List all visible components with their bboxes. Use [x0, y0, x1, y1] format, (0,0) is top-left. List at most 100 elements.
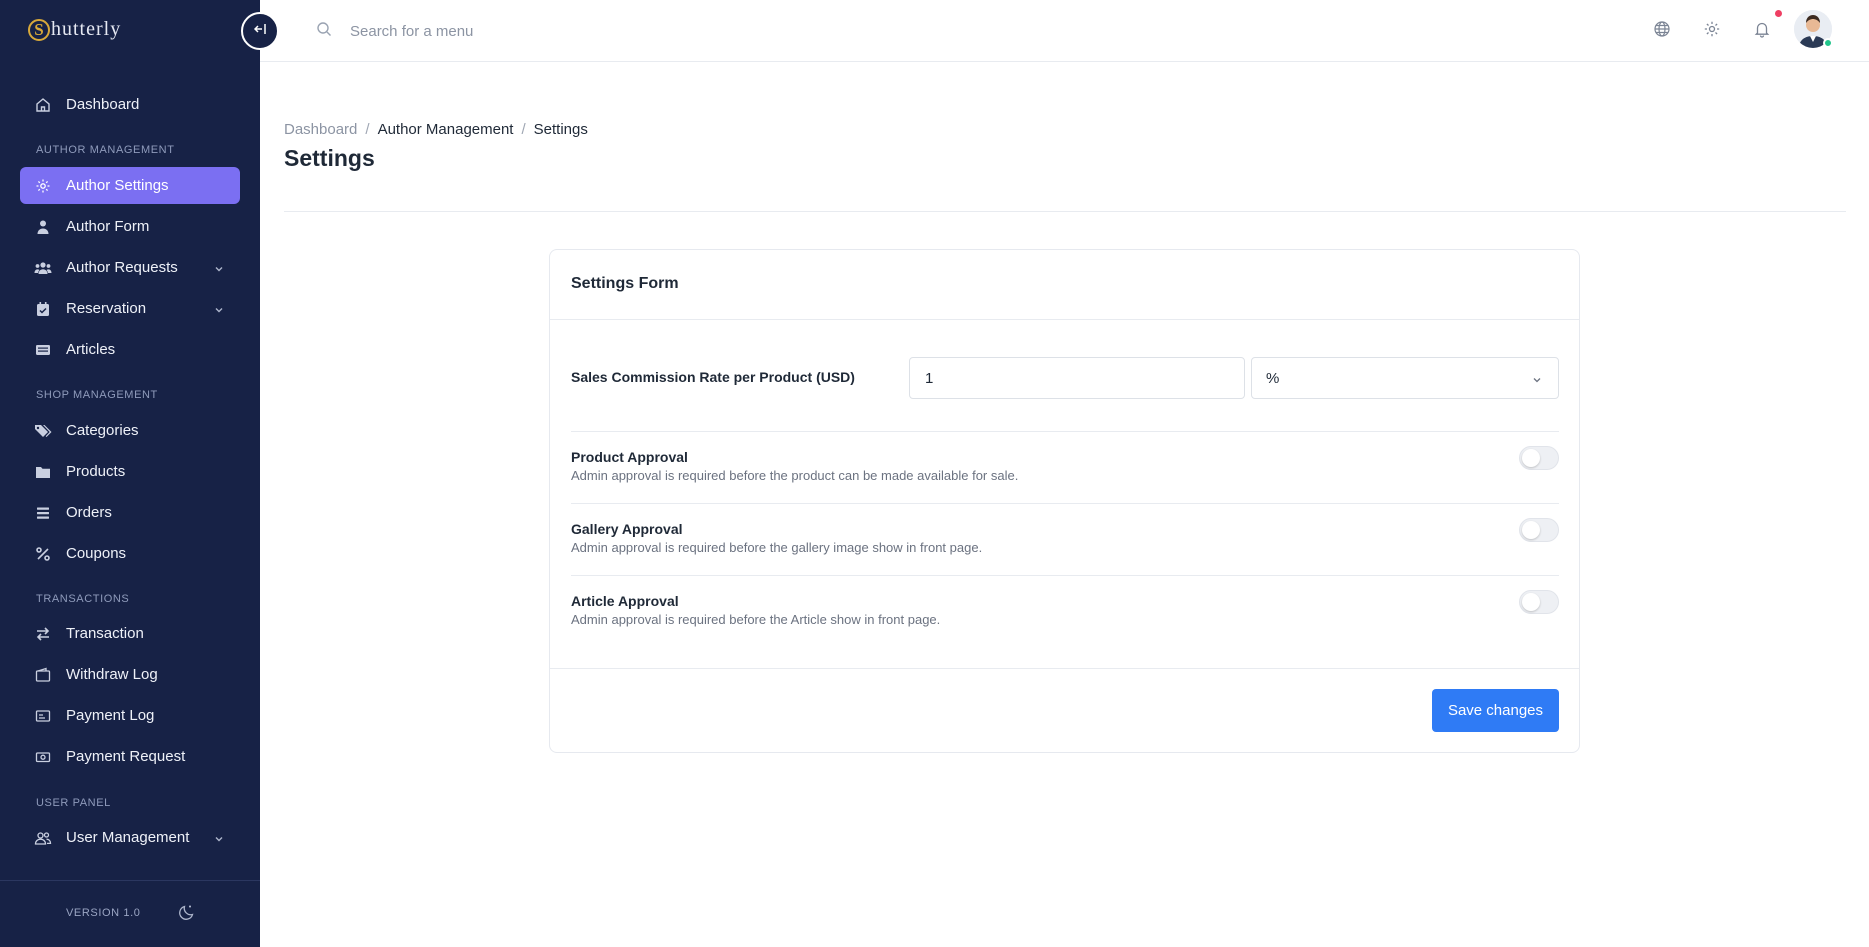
sidebar-item-label: Payment Request	[66, 748, 186, 765]
breadcrumb-item-author-management[interactable]: Author Management	[378, 121, 514, 138]
version-label: VERSION 1.0	[66, 907, 141, 919]
sidebar-item-coupons[interactable]: Coupons	[20, 535, 240, 572]
sidebar-item-orders[interactable]: Orders	[20, 494, 240, 531]
sidebar-item-label: Coupons	[66, 545, 127, 562]
section-shop-management: SHOP MANAGEMENT	[36, 389, 158, 401]
breadcrumb-item-dashboard[interactable]: Dashboard	[284, 121, 357, 138]
option-description: Admin approval is required before the ga…	[571, 540, 983, 555]
sidebar-item-label: Transaction	[66, 625, 144, 642]
settings-form-card: Settings Form Sales Commission Rate per …	[549, 249, 1580, 753]
chevron-down-icon	[214, 261, 224, 278]
sidebar-item-label: Orders	[66, 504, 112, 521]
sidebar-item-author-form[interactable]: Author Form	[20, 208, 240, 245]
sidebar-item-categories[interactable]: Categories	[20, 412, 240, 449]
section-user-panel: USER PANEL	[36, 797, 111, 809]
logo-mark: S	[28, 18, 50, 41]
sidebar-item-author-settings[interactable]: Author Settings	[20, 167, 240, 204]
sidebar-item-label: Author Form	[66, 218, 150, 235]
sidebar-collapse-button[interactable]	[241, 12, 279, 50]
topbar	[260, 0, 1869, 62]
sidebar-item-label: Categories	[66, 422, 139, 439]
chevron-down-icon	[214, 302, 224, 319]
collapse-left-icon	[253, 22, 267, 41]
commission-rate-input[interactable]	[909, 357, 1245, 399]
percent-icon	[34, 545, 52, 563]
sidebar-item-withdraw-log[interactable]: Withdraw Log	[20, 656, 240, 693]
breadcrumb-separator: /	[521, 121, 526, 138]
gear-icon	[34, 177, 52, 195]
sidebar-item-dashboard[interactable]: Dashboard	[20, 86, 240, 123]
sidebar-item-author-requests[interactable]: Author Requests	[20, 249, 240, 286]
sidebar-item-payment-request[interactable]: Payment Request	[20, 738, 240, 775]
section-author-management: AUTHOR MANAGEMENT	[36, 144, 175, 156]
divider	[284, 211, 1846, 212]
sidebar: S hutterly Dashboard AUTHOR MANAGEMENT A…	[0, 0, 260, 947]
sidebar-item-transaction[interactable]: Transaction	[20, 615, 240, 652]
toggle-knob	[1522, 449, 1540, 467]
sidebar-item-reservation[interactable]: Reservation	[20, 290, 240, 327]
user-icon	[34, 218, 52, 236]
notification-dot	[1775, 10, 1782, 17]
sidebar-item-label: Payment Log	[66, 707, 155, 724]
card-title: Settings Form	[571, 275, 679, 292]
sidebar-footer: VERSION 1.0	[0, 880, 260, 947]
sidebar-item-label: Reservation	[66, 300, 147, 317]
sidebar-item-label: Dashboard	[66, 96, 140, 113]
sidebar-item-label: Withdraw Log	[66, 666, 158, 683]
sidebar-item-label: User Management	[66, 829, 190, 846]
newspaper-icon	[34, 341, 52, 359]
user-group-icon	[34, 829, 52, 847]
globe-icon[interactable]	[1653, 20, 1671, 43]
search-input[interactable]	[350, 18, 750, 44]
sidebar-item-user-management[interactable]: User Management	[20, 819, 240, 856]
sidebar-item-label: Articles	[66, 341, 116, 358]
commission-label: Sales Commission Rate per Product (USD)	[571, 369, 855, 385]
calendar-check-icon	[34, 300, 52, 318]
row-divider	[571, 431, 1559, 432]
sidebar-item-label: Author Settings	[66, 177, 169, 194]
product-approval-toggle[interactable]	[1519, 446, 1559, 470]
logo-text: hutterly	[51, 18, 122, 40]
moon-icon[interactable]	[178, 903, 196, 926]
toggle-knob	[1522, 521, 1540, 539]
page-title: Settings	[284, 145, 375, 171]
card-header-divider	[550, 319, 1579, 320]
select-value: %	[1266, 369, 1280, 387]
sidebar-item-label: Author Requests	[66, 259, 178, 276]
option-title: Product Approval	[571, 449, 688, 465]
article-approval-toggle[interactable]	[1519, 590, 1559, 614]
search-icon	[316, 21, 332, 42]
row-divider	[571, 575, 1559, 576]
commission-type-select[interactable]: %	[1251, 357, 1559, 399]
row-divider	[571, 503, 1559, 504]
option-title: Article Approval	[571, 593, 679, 609]
list-icon	[34, 504, 52, 522]
gear-icon[interactable]	[1703, 20, 1721, 43]
option-title: Gallery Approval	[571, 521, 683, 537]
home-icon	[34, 96, 52, 114]
breadcrumb-separator: /	[365, 121, 370, 138]
folder-icon	[34, 463, 52, 481]
option-description: Admin approval is required before the Ar…	[571, 612, 941, 627]
sidebar-item-products[interactable]: Products	[20, 453, 240, 490]
online-status-dot	[1823, 38, 1833, 48]
sidebar-item-payment-log[interactable]: Payment Log	[20, 697, 240, 734]
gallery-approval-toggle[interactable]	[1519, 518, 1559, 542]
sidebar-item-articles[interactable]: Articles	[20, 331, 240, 368]
bell-icon[interactable]	[1753, 20, 1771, 43]
brand-logo[interactable]: S hutterly	[28, 18, 121, 41]
save-changes-button[interactable]: Save changes	[1432, 689, 1559, 732]
arrows-exchange-icon	[34, 625, 52, 643]
receipt-icon	[34, 707, 52, 725]
breadcrumb-item-settings: Settings	[533, 121, 588, 138]
section-transactions: TRANSACTIONS	[36, 593, 130, 605]
wallet-icon	[34, 666, 52, 684]
sidebar-item-label: Products	[66, 463, 126, 480]
tags-icon	[34, 422, 52, 440]
chevron-down-icon	[214, 831, 224, 848]
card-footer-divider	[550, 668, 1579, 669]
chevron-down-icon	[1532, 372, 1542, 389]
breadcrumb: Dashboard / Author Management / Settings	[284, 121, 588, 138]
option-description: Admin approval is required before the pr…	[571, 468, 1019, 483]
toggle-knob	[1522, 593, 1540, 611]
